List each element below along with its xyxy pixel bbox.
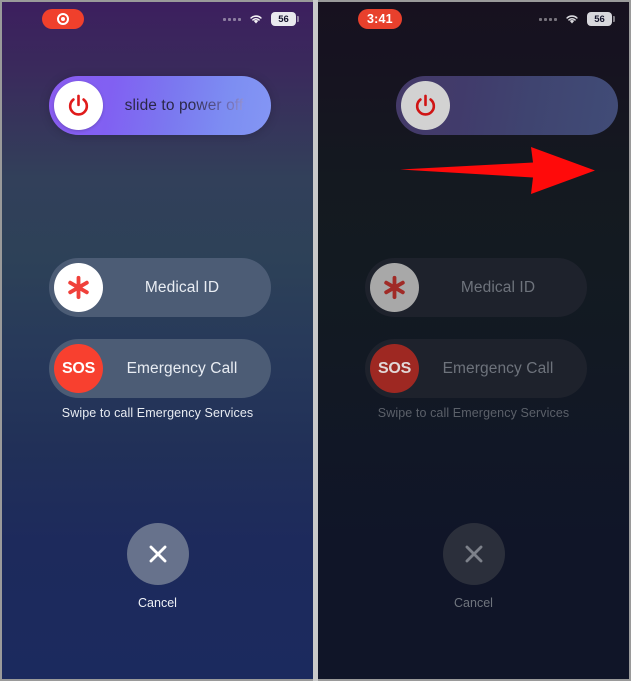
cancel-label: Cancel — [138, 596, 177, 610]
battery-indicator-before: 56 — [271, 12, 299, 26]
power-off-slider-before[interactable]: slide to power off — [49, 76, 271, 135]
power-slider-knob-before[interactable] — [54, 81, 103, 130]
medical-asterisk-icon — [370, 263, 419, 312]
power-icon — [415, 94, 436, 116]
swipe-to-call-note: Swipe to call Emergency Services — [61, 406, 254, 420]
swipe-to-call-note: Swipe to call Emergency Services — [377, 406, 570, 420]
phone-panel-after: 3:41 56 Medical ID SOS Emergency Call Sw… — [318, 2, 629, 679]
close-x-icon — [149, 545, 166, 563]
close-x-icon — [465, 545, 482, 563]
emergency-call-button-after[interactable]: SOS Emergency Call — [365, 339, 587, 398]
recording-indicator-before[interactable] — [42, 9, 84, 29]
recording-dot-icon — [57, 13, 69, 25]
power-slider-knob-after[interactable] — [401, 81, 450, 130]
sos-icon: SOS — [54, 344, 103, 393]
medical-id-button-before[interactable]: Medical ID — [49, 258, 271, 317]
power-off-slider-after[interactable] — [396, 76, 618, 135]
power-icon — [68, 94, 89, 116]
sos-icon: SOS — [370, 344, 419, 393]
medical-id-label: Medical ID — [460, 278, 536, 296]
battery-indicator-after: 56 — [587, 12, 615, 26]
medical-asterisk-icon — [54, 263, 103, 312]
emergency-call-button-before[interactable]: SOS Emergency Call — [49, 339, 271, 398]
battery-cap-icon — [613, 16, 615, 22]
medical-id-label: Medical ID — [144, 278, 220, 296]
comparison-stage: 56 slide to power off Medical ID SOS Eme… — [0, 0, 631, 681]
signal-dots-icon — [539, 17, 557, 21]
phone-panel-before: 56 slide to power off Medical ID SOS Eme… — [2, 2, 313, 679]
cancel-button-before[interactable] — [126, 523, 189, 585]
status-icons-after: 56 — [539, 12, 615, 26]
wifi-icon — [250, 15, 262, 24]
battery-level-label: 56 — [271, 12, 296, 26]
wifi-icon — [566, 15, 578, 24]
emergency-call-label: Emergency Call — [126, 359, 238, 377]
emergency-call-label: Emergency Call — [442, 359, 554, 377]
battery-cap-icon — [297, 16, 299, 22]
signal-dots-icon — [223, 17, 241, 21]
status-bar-before: 56 — [2, 2, 313, 36]
cancel-group-after: Cancel — [318, 523, 629, 610]
cancel-button-after[interactable] — [442, 523, 505, 585]
recording-timer-after[interactable]: 3:41 — [358, 9, 402, 29]
slide-to-power-off-label: slide to power off — [103, 97, 271, 115]
status-bar-after: 3:41 56 — [318, 2, 629, 36]
status-icons-before: 56 — [223, 12, 299, 26]
cancel-label: Cancel — [454, 596, 493, 610]
medical-id-button-after[interactable]: Medical ID — [365, 258, 587, 317]
battery-level-label: 56 — [587, 12, 612, 26]
cancel-group-before: Cancel — [2, 523, 313, 610]
